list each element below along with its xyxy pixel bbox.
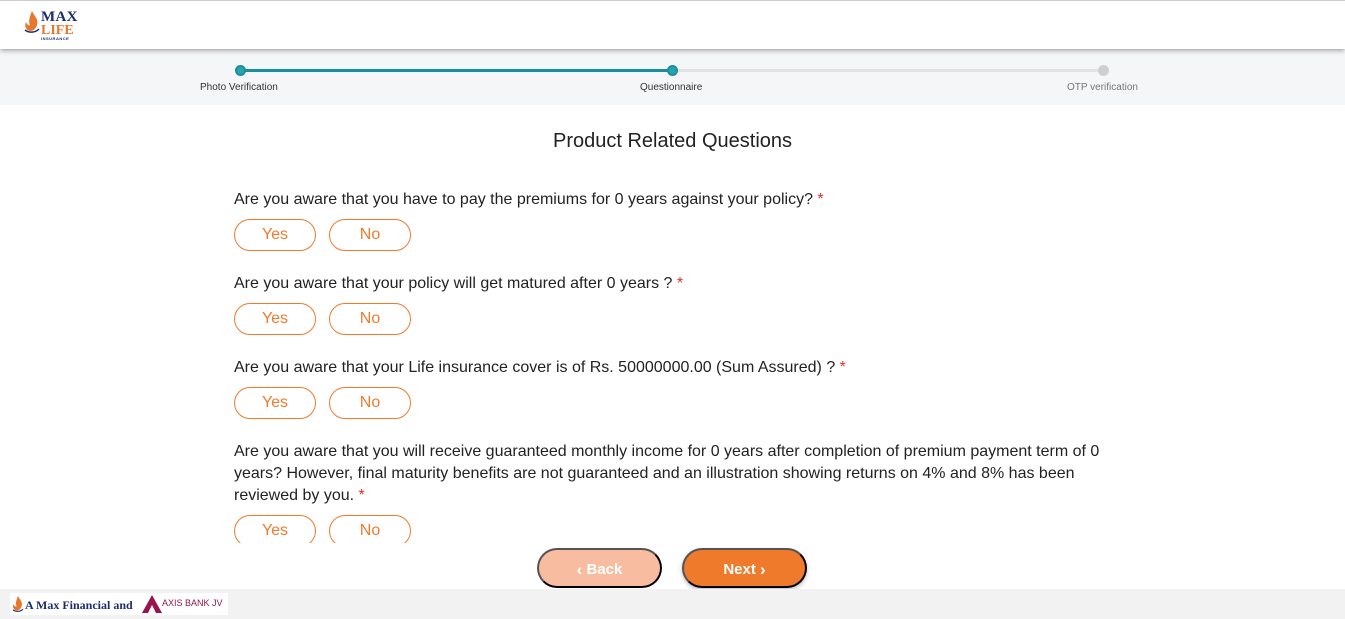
q4-no-button[interactable]: No [329, 515, 411, 543]
next-button[interactable]: Next › [682, 548, 807, 588]
stepper-track-completed [240, 69, 672, 72]
step-dot-questionnaire [667, 65, 678, 76]
step-label-otp-verification: OTP verification [1067, 82, 1138, 93]
chevron-left-icon: ‹ [576, 560, 583, 579]
next-label: Next [723, 561, 756, 578]
scroll-clip-region: Yes No [0, 510, 1345, 543]
step-label-questionnaire: Questionnaire [640, 82, 703, 93]
step-dot-photo-verification [235, 65, 246, 76]
footer: A Max Financial and AXIS BANK JV [0, 589, 1345, 619]
chevron-right-icon: › [760, 560, 766, 579]
footer-partner-text: AXIS BANK JV [162, 598, 223, 608]
step-dot-otp-verification [1098, 65, 1109, 76]
back-button[interactable]: ‹ Back [537, 548, 662, 588]
logo-text-insurance: INSURANCE [41, 36, 70, 41]
q3-yes-button[interactable]: Yes [234, 387, 316, 419]
required-asterisk: * [817, 191, 824, 208]
question-3: Are you aware that your Life insurance c… [234, 357, 1134, 379]
q1-yes-button[interactable]: Yes [234, 219, 316, 251]
footer-brand-text: A Max Financial and [25, 598, 133, 612]
question-text: Are you aware that you have to pay the p… [234, 191, 813, 208]
page-title: Product Related Questions [552, 130, 793, 152]
step-label-photo-verification: Photo Verification [200, 82, 278, 93]
q1-no-button[interactable]: No [329, 219, 411, 251]
required-asterisk: * [358, 487, 365, 504]
flame-logo-icon [12, 596, 24, 612]
flame-logo-icon [24, 11, 40, 33]
q3-no-button[interactable]: No [329, 387, 411, 419]
axis-bank-logo-icon [142, 595, 162, 613]
question-text: Are you aware that your policy will get … [234, 275, 673, 292]
back-label: Back [586, 561, 623, 578]
question-2: Are you aware that your policy will get … [234, 273, 1134, 295]
required-asterisk: * [839, 359, 846, 376]
footer-brand: A Max Financial and AXIS BANK JV [10, 593, 228, 615]
q4-yes-button[interactable]: Yes [234, 515, 316, 543]
question-1: Are you aware that you have to pay the p… [234, 189, 1134, 211]
max-life-logo[interactable]: MAX LIFE INSURANCE [24, 9, 84, 43]
stepper-track-pending [672, 69, 1103, 72]
q2-yes-button[interactable]: Yes [234, 303, 316, 335]
question-text: Are you aware that your Life insurance c… [234, 359, 836, 376]
q2-no-button[interactable]: No [329, 303, 411, 335]
question-4: Are you aware that you will receive guar… [234, 441, 1124, 507]
required-asterisk: * [676, 275, 684, 292]
progress-stepper: Photo Verification Questionnaire OTP ver… [0, 52, 1345, 105]
app-header: MAX LIFE INSURANCE [0, 0, 1345, 49]
